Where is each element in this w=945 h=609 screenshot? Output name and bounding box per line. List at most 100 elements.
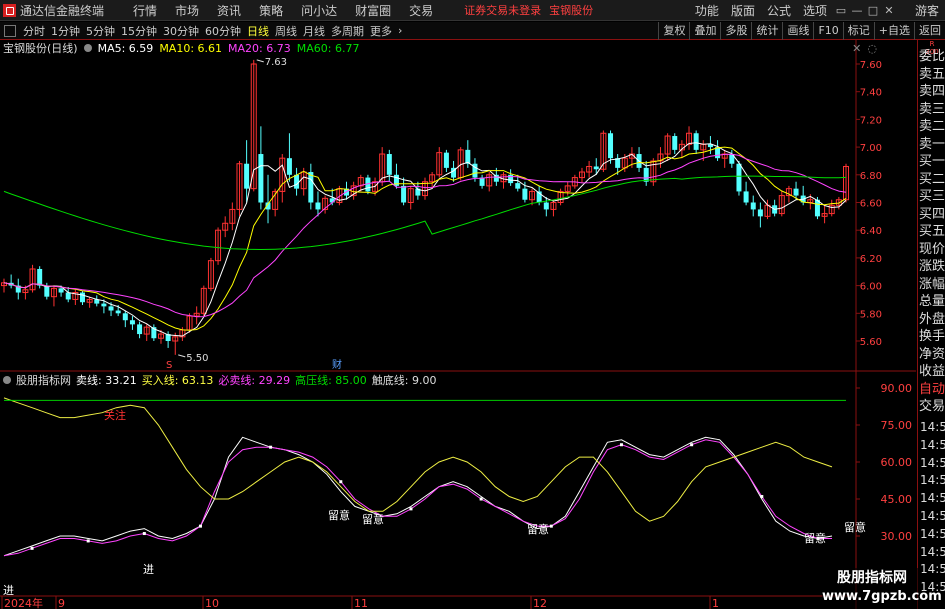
indicator-tick-label: 60.00 — [881, 456, 913, 469]
candle-body-down — [129, 320, 135, 325]
kline-plot — [1, 59, 849, 355]
side-panel-item[interactable]: 委比 — [918, 48, 945, 66]
quote-side-panel: R 300 委比 卖五 卖四 卖三 卖二 卖一 买一 买二 买三 买四 买五 现价 涨跌 涨幅 总量 外盘 换手… — [917, 40, 945, 609]
side-panel-item[interactable]: 卖四 — [918, 83, 945, 101]
side-panel-item[interactable]: 涨幅 — [918, 276, 945, 294]
liuyi-label: 留意 — [804, 531, 826, 545]
indicator-marker — [690, 443, 694, 447]
candle-body-down — [443, 152, 449, 168]
candle-body-down — [543, 202, 549, 210]
candle-body-down — [108, 306, 114, 311]
tick-time: 14:5 — [920, 526, 945, 541]
price-tick-label: 7.40 — [860, 88, 882, 99]
tick-time: 14:5 — [920, 562, 945, 577]
side-panel-item[interactable]: 买五 — [918, 223, 945, 241]
side-panel-item[interactable]: 总量 — [918, 293, 945, 311]
side-panel-item[interactable]: 净资 — [918, 346, 945, 364]
candle-body-down — [79, 292, 85, 303]
candle-body-down — [693, 133, 699, 150]
side-panel-item[interactable]: 卖三 — [918, 101, 945, 119]
candle-body-down — [315, 202, 321, 210]
candle-body-down — [122, 313, 128, 321]
price-tick-label: 6.80 — [860, 171, 882, 182]
price-tick-label: 6.00 — [860, 282, 882, 293]
candle-body-down — [401, 185, 407, 203]
date-tick-label: 2024年 — [4, 596, 43, 609]
side-panel-item[interactable]: 自动 — [918, 381, 945, 399]
candle-body-down — [465, 149, 471, 164]
candle-body-down — [522, 188, 528, 200]
side-panel-item[interactable]: 交易 — [918, 398, 945, 416]
candle-body-down — [608, 133, 614, 159]
price-tick-label: 7.60 — [860, 60, 882, 71]
indicator-marker — [549, 524, 553, 528]
candle-body-down — [757, 209, 763, 217]
side-panel-item[interactable]: 换手 — [918, 328, 945, 346]
side-panel-item[interactable]: 卖二 — [918, 118, 945, 136]
side-panel-item[interactable]: 卖五 — [918, 66, 945, 84]
cai-marker: 财 — [332, 358, 342, 371]
settings-icon[interactable]: ◌ — [867, 42, 877, 55]
candle-body-down — [137, 324, 143, 335]
stock-header: 宝钢股份(日线) MA5: 6.59 MA10: 6.61 MA20: 6.73… — [3, 41, 365, 56]
candle-body-down — [65, 292, 71, 300]
jin-label-2: 进 — [143, 563, 154, 576]
low-label: 5.50 — [186, 353, 208, 364]
side-panel-item[interactable]: 买三 — [918, 188, 945, 206]
watermark-title: 股朋指标网 — [837, 570, 907, 586]
settings-dot-icon[interactable] — [83, 44, 92, 52]
candle-body-down — [743, 191, 749, 203]
side-panel-item[interactable]: 收益 — [918, 363, 945, 381]
guanzhu-label: 关注 — [104, 408, 126, 422]
side-panel-item[interactable]: 卖一 — [918, 136, 945, 154]
candle-body-down — [286, 158, 292, 175]
indicator-settings-icon[interactable] — [3, 376, 11, 384]
side-panel-item[interactable]: 买四 — [918, 206, 945, 224]
side-panel-item[interactable]: 外盘 — [918, 311, 945, 329]
date-tick-label: 12 — [533, 597, 547, 609]
liuyi-label: 留意 — [362, 512, 384, 526]
price-tick-label: 6.20 — [860, 254, 882, 265]
indicator-marker — [142, 532, 146, 536]
tick-time: 14:5 — [920, 455, 945, 470]
liuyi-label: 留意 — [328, 508, 350, 522]
candle-body-down — [37, 268, 43, 286]
candle-body-down — [294, 174, 300, 189]
ma-line-ma10 — [3, 146, 847, 331]
side-panel-item[interactable]: 现价 — [918, 241, 945, 259]
indicator-marker — [269, 445, 273, 449]
price-tick-label: 6.60 — [860, 199, 882, 210]
side-panel-item[interactable]: 买二 — [918, 171, 945, 189]
side-panel-item[interactable]: 买一 — [918, 153, 945, 171]
indicator-marker — [409, 507, 413, 511]
indicator-tick-label: 90.00 — [881, 382, 913, 395]
side-panel-item[interactable]: 涨跌 — [918, 258, 945, 276]
indicator-header: 股朋指标网 卖线: 33.21 买入线: 63.13 必卖线: 29.29 高压… — [3, 373, 442, 387]
price-tick-label: 7.20 — [860, 115, 882, 126]
candle-body-down — [593, 166, 599, 170]
indicator-marker — [86, 539, 90, 543]
candle-body-down — [58, 288, 64, 293]
tick-time: 14:5 — [920, 420, 945, 434]
indicator-tick-label: 75.00 — [881, 419, 913, 432]
candle-body-down — [672, 136, 678, 150]
liuyi-label: 留意 — [844, 520, 866, 534]
candle-body-down — [493, 174, 499, 182]
indicator-plot — [3, 397, 846, 557]
date-tick-label: 9 — [58, 597, 65, 609]
candle-body-down — [44, 285, 50, 297]
indicator-marker — [479, 497, 483, 501]
candle-body-down — [244, 163, 250, 189]
tick-time: 14:5 — [920, 491, 945, 506]
close-panel-icon[interactable]: ✕ — [852, 42, 861, 55]
date-tick-label: 1 — [712, 597, 719, 609]
stock-name: 宝钢股份(日线) — [3, 42, 78, 55]
liuyi-label: 留意 — [527, 522, 549, 536]
bottom-line-label: 触底线: 9.00 — [371, 374, 437, 387]
indicator-name[interactable]: 股朋指标网 — [16, 372, 71, 388]
sell-line-label: 卖线: 33.21 — [76, 374, 137, 387]
high-label: 7.63 — [265, 57, 287, 68]
panel-icons: ✕ ◌ — [852, 42, 877, 55]
kline-chart[interactable]: 7.60 7.40 7.20 7.00 6.80 6.60 6.40 6.20 6.00 5.80… — [0, 0, 945, 609]
ma5-label: MA5: 6.59 — [97, 41, 154, 55]
